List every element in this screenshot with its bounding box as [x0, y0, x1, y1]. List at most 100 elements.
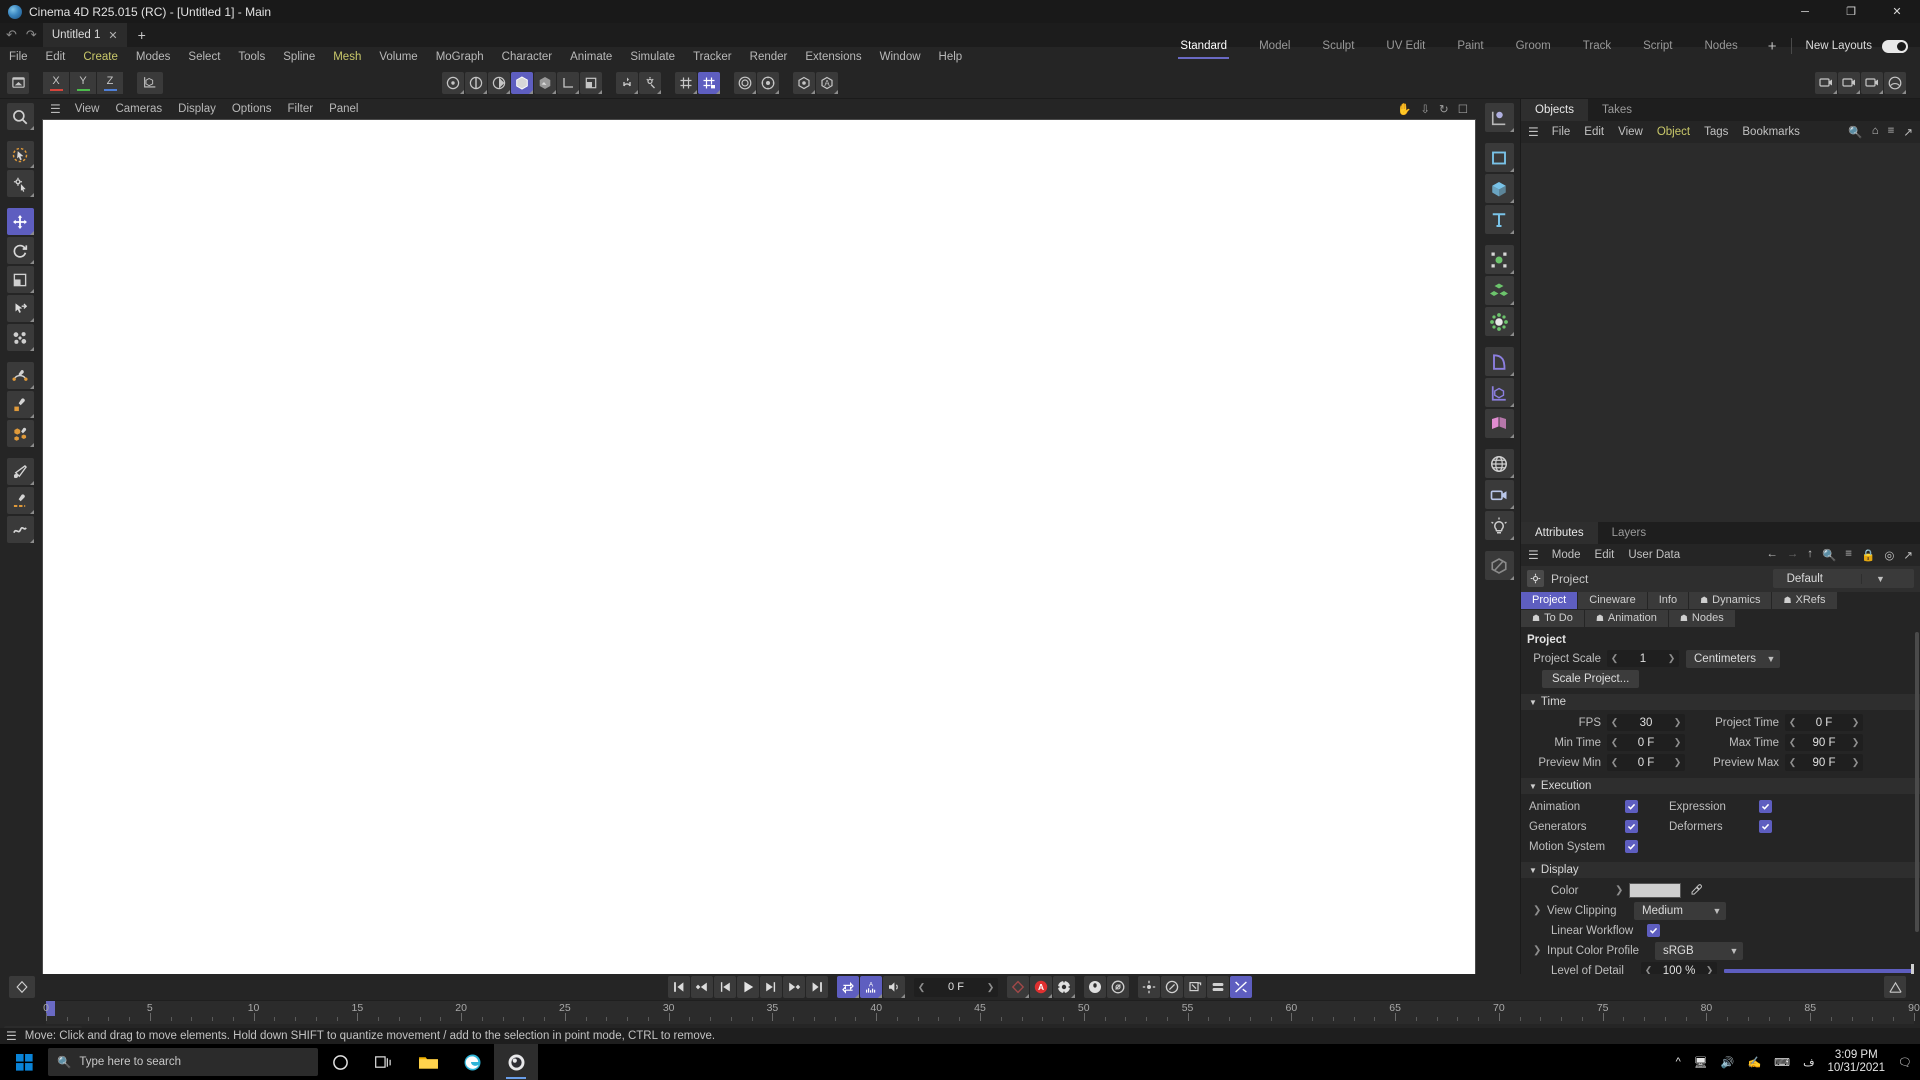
close-button[interactable]: ✕	[1874, 0, 1920, 23]
objects-menu-edit[interactable]: Edit	[1577, 126, 1611, 138]
render-settings-icon[interactable]	[757, 71, 779, 94]
field-object-icon[interactable]	[1484, 409, 1514, 438]
cinema4d-taskbar-icon[interactable]	[494, 1044, 538, 1080]
layout-tab-nodes[interactable]: Nodes	[1689, 25, 1754, 67]
increment-icon[interactable]: ❯	[1670, 717, 1685, 728]
decrement-icon[interactable]: ❮	[1785, 717, 1800, 728]
attributes-menu-user-data[interactable]: User Data	[1621, 549, 1687, 561]
pan-icon[interactable]: ✋	[1397, 102, 1411, 116]
layout-tab-sculpt[interactable]: Sculpt	[1306, 25, 1370, 67]
maximize-icon[interactable]: ☐	[1458, 102, 1468, 116]
layout-tab-standard[interactable]: Standard	[1164, 25, 1243, 67]
language-icon[interactable]: ف	[1803, 1056, 1814, 1069]
filter-icon[interactable]: ≡	[1888, 125, 1895, 139]
timeline-ruler[interactable]: 0 5 10 15 20 25 30 35 40 45 50 55 60 65 70 75 80 85 90	[43, 1000, 1920, 1024]
content-browser-icon[interactable]	[793, 71, 815, 94]
go-to-start-button[interactable]	[668, 976, 690, 998]
objects-menu-object[interactable]: Object	[1650, 126, 1697, 138]
mograph-effector-icon[interactable]	[1484, 307, 1514, 336]
menu-item-tools[interactable]: Tools	[229, 47, 274, 67]
rotate-tool[interactable]	[6, 237, 34, 264]
lock-icon[interactable]: 🔒	[1861, 548, 1875, 562]
workplane-icon[interactable]	[580, 71, 602, 94]
attributes-menu-mode[interactable]: Mode	[1545, 549, 1588, 561]
maximize-button[interactable]: ❐	[1828, 0, 1874, 23]
key-interpolation-button[interactable]	[1230, 976, 1252, 998]
layout-tab-groom[interactable]: Groom	[1500, 25, 1567, 67]
timeline-marker-icon[interactable]	[1884, 976, 1906, 998]
layout-tab-model[interactable]: Model	[1243, 25, 1306, 67]
menu-item-extensions[interactable]: Extensions	[796, 47, 870, 67]
previous-frame-button[interactable]	[714, 976, 736, 998]
loop-playback-button[interactable]	[837, 976, 859, 998]
decrement-icon[interactable]: ❮	[1785, 757, 1800, 768]
increment-icon[interactable]: ❯	[1848, 757, 1863, 768]
enable-snapping-icon[interactable]	[616, 71, 638, 94]
microsoft-edge-icon[interactable]	[450, 1044, 494, 1080]
expand-arrow-icon[interactable]: ❯	[1615, 885, 1623, 896]
expression-checkbox[interactable]	[1759, 800, 1772, 813]
cube-primitive-icon[interactable]	[1484, 174, 1514, 203]
volume-button[interactable]	[883, 976, 905, 998]
keyboard-icon[interactable]: ⌨	[1774, 1056, 1790, 1069]
close-icon[interactable]: ✕	[108, 29, 117, 42]
taskbar-clock[interactable]: 3:09 PM 10/31/2021	[1827, 1049, 1885, 1075]
parameter-track-button[interactable]	[1161, 976, 1183, 998]
brush-tool[interactable]	[6, 458, 34, 485]
world-coordinate-icon[interactable]	[137, 71, 163, 94]
polygon-mode-icon[interactable]	[488, 71, 510, 94]
hamburger-icon[interactable]: ☰	[6, 1029, 17, 1043]
increment-icon[interactable]: ❯	[1848, 717, 1863, 728]
transform-tool[interactable]	[6, 295, 34, 322]
menu-item-mograph[interactable]: MoGraph	[427, 47, 493, 67]
animation-checkbox[interactable]	[1625, 800, 1638, 813]
spline-edit-tool[interactable]	[6, 391, 34, 418]
spline-pen-tool[interactable]	[6, 362, 34, 389]
texture-mode-icon[interactable]	[534, 71, 556, 94]
render-region-icon[interactable]	[1815, 71, 1837, 94]
3d-viewport[interactable]	[42, 119, 1476, 1005]
display-section-header[interactable]: ▼ Display	[1521, 861, 1920, 878]
menu-item-file[interactable]: File	[0, 47, 37, 67]
undo-icon[interactable]: ↶	[6, 27, 17, 43]
show-hidden-icons-chevron[interactable]: ^	[1676, 1056, 1681, 1068]
preset-dropdown[interactable]: Default ▼	[1772, 569, 1914, 588]
minimize-button[interactable]: ─	[1782, 0, 1828, 23]
play-button[interactable]	[737, 976, 759, 998]
new-document-button[interactable]: +	[127, 23, 157, 47]
increment-icon[interactable]: ❯	[1664, 653, 1679, 664]
material-icon[interactable]	[1484, 551, 1514, 580]
new-layouts-toggle[interactable]	[1882, 39, 1908, 53]
home-icon[interactable]	[7, 71, 29, 94]
array-generator-icon[interactable]	[1484, 276, 1514, 305]
view-clipping-dropdown[interactable]: Medium ▼	[1634, 901, 1726, 920]
menu-item-volume[interactable]: Volume	[370, 47, 426, 67]
playback-sound-button[interactable]: A	[860, 976, 882, 998]
grid-icon[interactable]	[675, 71, 697, 94]
next-frame-button[interactable]	[760, 976, 782, 998]
increment-icon[interactable]: ❯	[1670, 757, 1685, 768]
objects-menu-bookmarks[interactable]: Bookmarks	[1735, 126, 1807, 138]
axis-lock-y-button[interactable]: Y	[70, 71, 96, 94]
target-icon[interactable]: ◎	[1884, 548, 1894, 562]
spline-rect-icon[interactable]	[1484, 143, 1514, 172]
bend-deformer-icon[interactable]	[1484, 347, 1514, 376]
decrement-icon[interactable]: ❮	[1607, 757, 1622, 768]
null-object-icon[interactable]	[1484, 103, 1514, 132]
search-icon[interactable]: 🔍	[1822, 548, 1836, 562]
attribute-tab-project[interactable]: Project	[1521, 591, 1578, 609]
snap-settings-icon[interactable]	[639, 71, 661, 94]
poly-pen-tool[interactable]	[6, 420, 34, 447]
light-icon[interactable]	[1484, 511, 1514, 540]
filter-icon[interactable]: ≡	[1845, 548, 1852, 562]
time-section-header[interactable]: ▼ Time	[1521, 693, 1920, 710]
redo-icon[interactable]: ↷	[26, 27, 37, 43]
task-view-icon[interactable]	[362, 1044, 406, 1080]
menu-item-create[interactable]: Create	[74, 47, 127, 67]
decrement-icon[interactable]: ❮	[914, 982, 929, 993]
decrement-icon[interactable]: ❮	[1607, 717, 1622, 728]
generators-checkbox[interactable]	[1625, 820, 1638, 833]
fps-field[interactable]: ❮ 30 ❯	[1607, 714, 1685, 731]
attribute-tab-info[interactable]: Info	[1647, 591, 1689, 609]
deformers-checkbox[interactable]	[1759, 820, 1772, 833]
